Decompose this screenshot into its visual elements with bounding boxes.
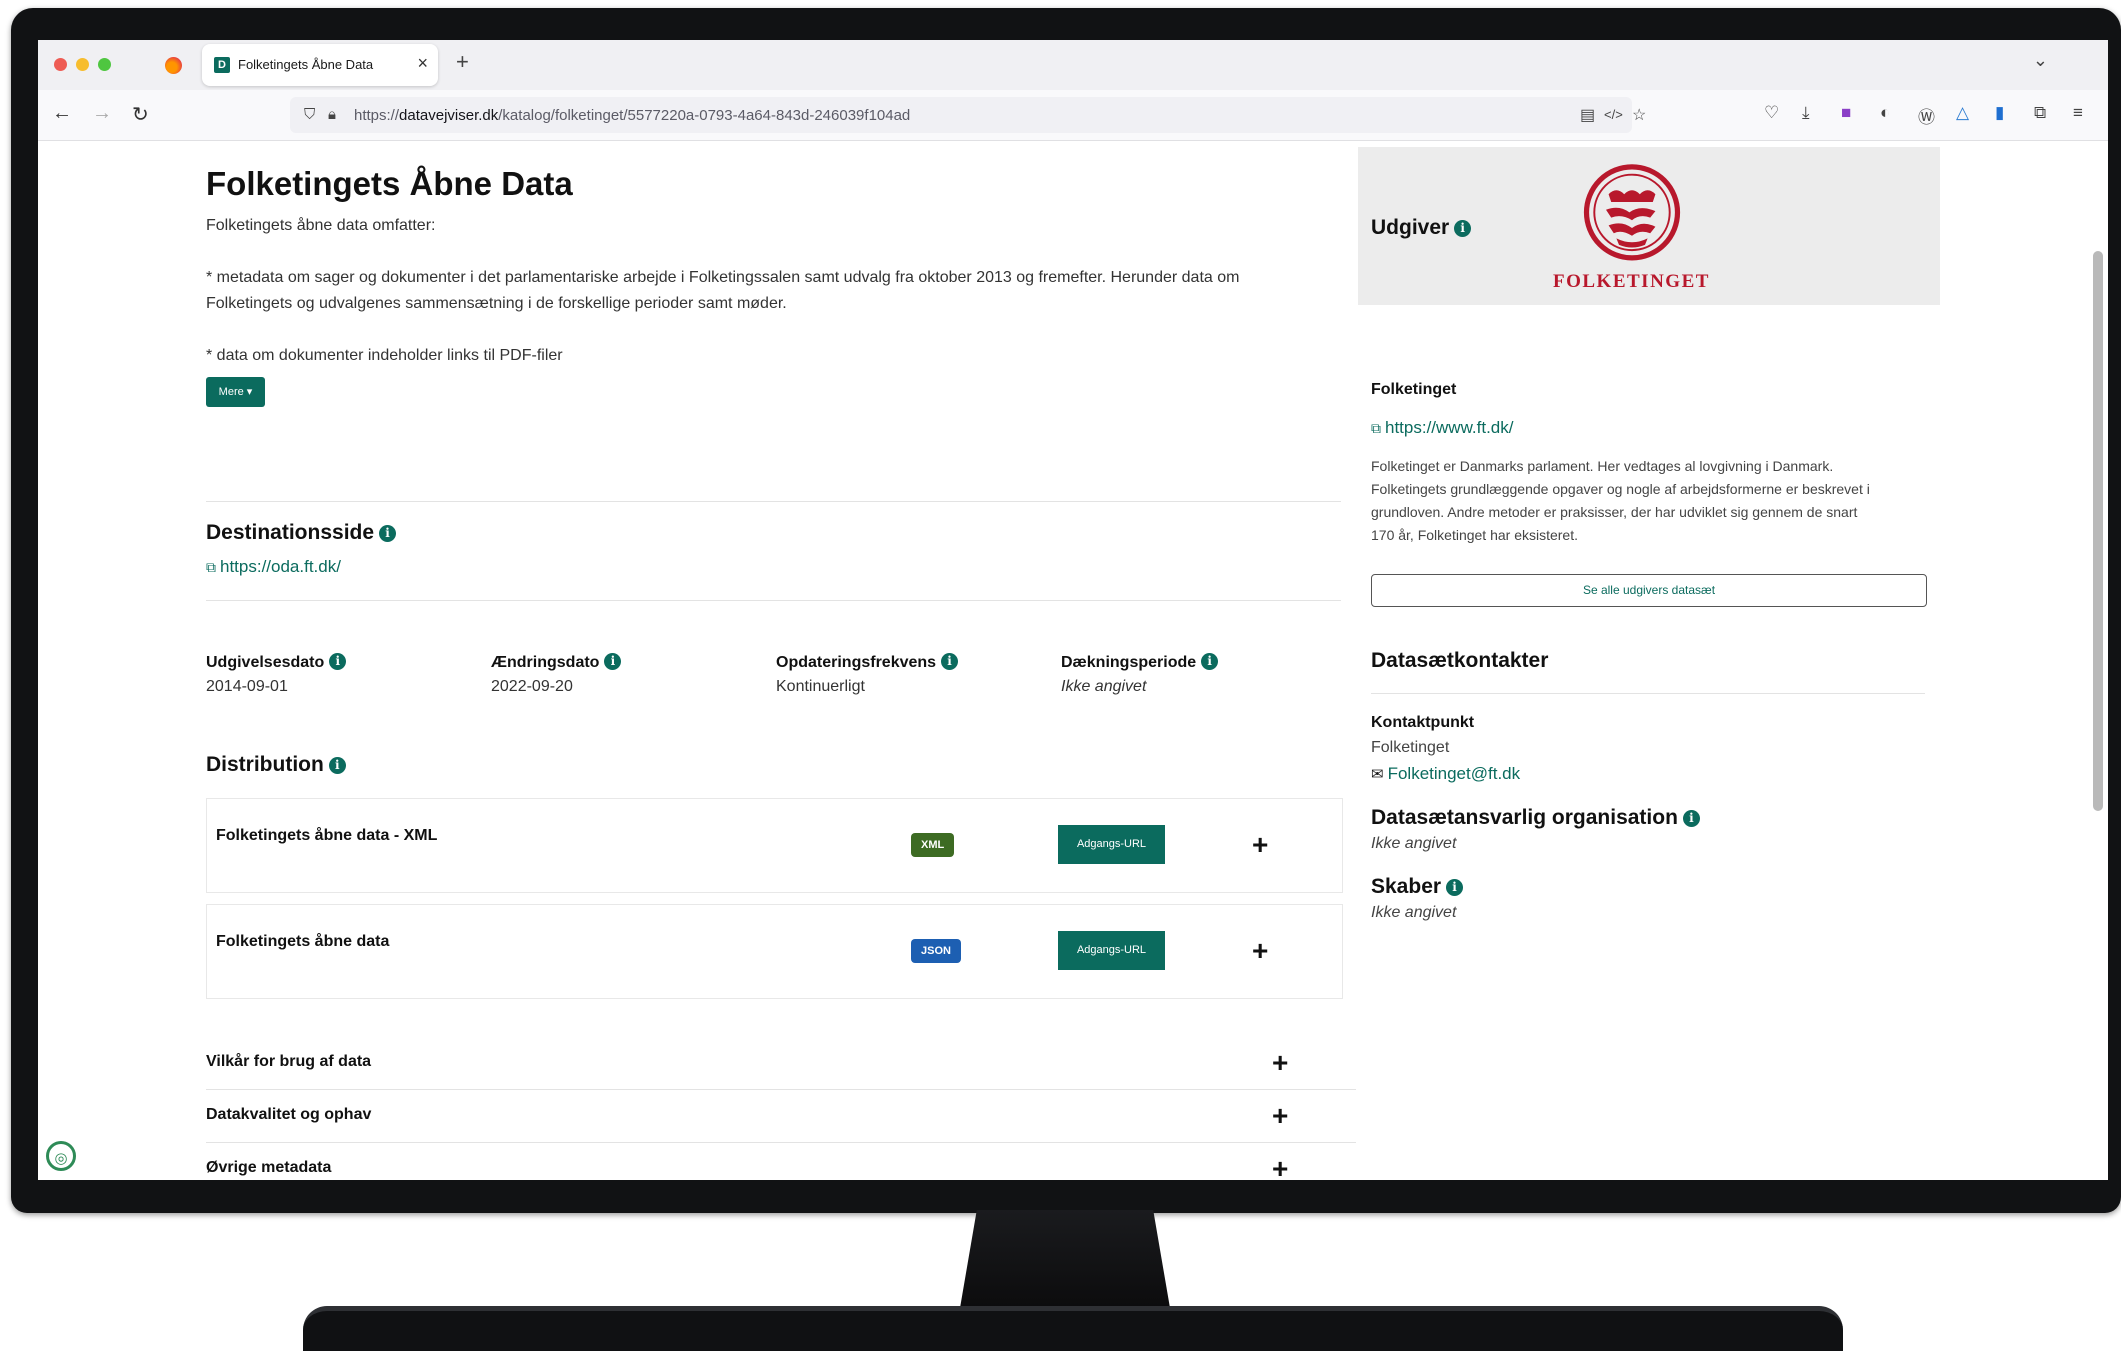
page-content: Folketingets Åbne Data Folketingets åbne… — [38, 141, 2108, 1180]
publication-date: Udgivelsesdato i 2014-09-01 — [206, 653, 466, 696]
external-link-icon: ⧉ — [206, 559, 216, 575]
destination-link[interactable]: ⧉ https://oda.ft.dk/ — [206, 557, 341, 577]
access-url-button[interactable]: Adgangs-URL — [1058, 931, 1165, 970]
expand-plus-icon[interactable]: + — [1272, 1155, 1288, 1181]
reload-icon[interactable]: ↻ — [132, 102, 149, 127]
contact-point-label: Kontaktpunkt — [1371, 714, 1475, 731]
info-icon[interactable]: i — [604, 653, 622, 670]
external-link-icon: ⧉ — [1371, 420, 1381, 436]
extension-cube-icon[interactable]: ■ — [1841, 103, 1851, 123]
minimize-window-button[interactable] — [76, 58, 89, 71]
publisher-name: Folketinget — [1371, 381, 1457, 398]
accordion-label[interactable]: Datakvalitet og ophav — [206, 1106, 371, 1124]
accordion-other-metadata[interactable]: Øvrige metadata + — [206, 1143, 1356, 1181]
monitor-stand — [960, 1210, 1170, 1308]
expand-plus-icon[interactable]: + — [1252, 937, 1268, 965]
expand-plus-icon[interactable]: + — [1272, 1102, 1288, 1130]
logo-text: FOLKETINGET — [1553, 271, 1710, 292]
forward-icon[interactable]: → — [92, 102, 112, 125]
info-icon[interactable]: i — [379, 525, 397, 542]
url-text[interactable]: https://datavejviser.dk/katalog/folketin… — [354, 107, 910, 124]
extension-book-icon[interactable]: ▮ — [1995, 103, 2004, 123]
shield-icon[interactable]: ⛉ — [304, 106, 315, 123]
url-bar[interactable]: ⛉ 🔒︎ https://datavejviser.dk/katalog/fol… — [290, 97, 1646, 133]
description-line-3: * data om dokumenter indeholder links ti… — [206, 347, 563, 364]
info-icon[interactable]: i — [941, 653, 959, 670]
contact-name: Folketinget — [1371, 739, 1450, 756]
divider — [206, 600, 1341, 601]
publisher-box: Udgiver i FOLKETINGET — [1358, 147, 1940, 305]
divider — [1371, 693, 1925, 694]
tab-title: Folketingets Åbne Data — [238, 57, 374, 72]
update-frequency: Opdateringsfrekvens i Kontinuerligt — [776, 653, 1036, 696]
accessibility-widget-icon[interactable]: ◎ — [46, 1141, 76, 1171]
lock-icon[interactable]: 🔒︎ — [328, 106, 336, 123]
format-badge-xml: XML — [911, 833, 955, 857]
extension-circle-icon[interactable]: ◐ — [1880, 103, 1890, 123]
screen: D Folketingets Åbne Data × + ⌄ ← → ↻ ⛉ 🔒… — [38, 40, 2108, 1180]
navigation-bar: ← → ↻ ⛉ 🔒︎ https://datavejviser.dk/katal… — [38, 90, 2108, 141]
info-icon[interactable]: i — [1682, 810, 1700, 827]
contacts-heading: Datasætkontakter — [1371, 649, 1549, 672]
info-icon[interactable]: i — [1446, 879, 1464, 896]
back-icon[interactable]: ← — [52, 102, 72, 125]
monitor-base — [303, 1306, 1843, 1351]
intro-text: Folketingets åbne data omfatter: — [206, 217, 436, 234]
more-button[interactable]: Mere ▾ — [206, 377, 265, 407]
accordion-data-quality[interactable]: Datakvalitet og ophav + — [206, 1090, 1356, 1143]
distribution-title[interactable]: Folketingets åbne data - XML — [216, 827, 437, 845]
coverage-period: Dækningsperiode i Ikke angivet — [1061, 653, 1321, 696]
publisher-link[interactable]: ⧉ https://www.ft.dk/ — [1371, 418, 1514, 438]
divider — [206, 501, 1341, 502]
distribution-heading: Distribution i — [206, 753, 346, 777]
download-icon[interactable]: ⤓ — [1802, 103, 1810, 123]
info-icon[interactable]: i — [1201, 653, 1219, 670]
modified-date: Ændringsdato i 2022-09-20 — [491, 653, 751, 696]
description-line-2: Folketingets og udvalgenes sammensætning… — [206, 295, 787, 312]
accordion-terms-of-use[interactable]: Vilkår for brug af data + — [206, 1037, 1356, 1090]
site-favicon-icon: D — [214, 57, 230, 73]
bookmark-star-icon[interactable]: ☆ — [1632, 105, 1646, 125]
distribution-title[interactable]: Folketingets åbne data — [216, 933, 389, 951]
page-title: Folketingets Åbne Data — [206, 165, 573, 202]
responsible-org-value: Ikke angivet — [1371, 835, 1457, 852]
see-all-datasets-button[interactable]: Se alle udgivers datasæt — [1371, 574, 1927, 607]
page-scrollbar[interactable] — [2093, 251, 2103, 811]
info-icon[interactable]: i — [329, 653, 347, 670]
publisher-description: Folketinget er Danmarks parlament. Her v… — [1371, 458, 1870, 543]
envelope-icon: ✉ — [1371, 766, 1384, 783]
extensions-puzzle-icon[interactable]: ⧉ — [2034, 103, 2046, 123]
destination-heading: Destinationsside i — [206, 521, 397, 545]
active-tab[interactable]: D Folketingets Åbne Data × — [202, 44, 438, 86]
tab-bar: D Folketingets Åbne Data × + ⌄ — [38, 40, 2108, 90]
new-tab-icon[interactable]: + — [456, 49, 469, 75]
accordion-label[interactable]: Øvrige metadata — [206, 1159, 331, 1177]
creator-value: Ikke angivet — [1371, 904, 1457, 921]
distribution-row-json[interactable]: Folketingets åbne data JSON Adgangs-URL … — [206, 904, 1343, 999]
info-icon[interactable]: i — [1454, 220, 1472, 237]
code-icon[interactable]: </> — [1604, 107, 1623, 122]
firefox-icon — [165, 57, 182, 74]
responsible-org-heading: Datasætansvarlig organisation i — [1371, 806, 1700, 830]
accordion-label[interactable]: Vilkår for brug af data — [206, 1053, 371, 1071]
reader-view-icon[interactable]: ▤ — [1580, 105, 1595, 125]
description-line-1: * metadata om sager og dokumenter i det … — [206, 269, 1240, 286]
format-badge-json: JSON — [911, 939, 961, 963]
creator-heading: Skaber i — [1371, 875, 1464, 899]
expand-plus-icon[interactable]: + — [1272, 1049, 1288, 1077]
contact-email-link[interactable]: ✉ Folketinget@ft.dk — [1371, 764, 1520, 784]
publisher-label: Udgiver i — [1371, 216, 1472, 240]
expand-plus-icon[interactable]: + — [1252, 831, 1268, 859]
wordpress-icon[interactable]: Ⓦ — [1918, 103, 1935, 128]
tab-list-chevron-icon[interactable]: ⌄ — [2033, 50, 2048, 71]
close-window-button[interactable] — [54, 58, 67, 71]
extension-triangle-icon[interactable]: △ — [1956, 103, 1969, 123]
pocket-icon[interactable]: ♡ — [1764, 103, 1779, 123]
tab-close-icon[interactable]: × — [417, 53, 428, 74]
distribution-row-xml[interactable]: Folketingets åbne data - XML XML Adgangs… — [206, 798, 1343, 893]
access-url-button[interactable]: Adgangs-URL — [1058, 825, 1165, 864]
menu-icon[interactable]: ≡ — [2073, 103, 2083, 123]
maximize-window-button[interactable] — [98, 58, 111, 71]
info-icon[interactable]: i — [328, 757, 346, 774]
